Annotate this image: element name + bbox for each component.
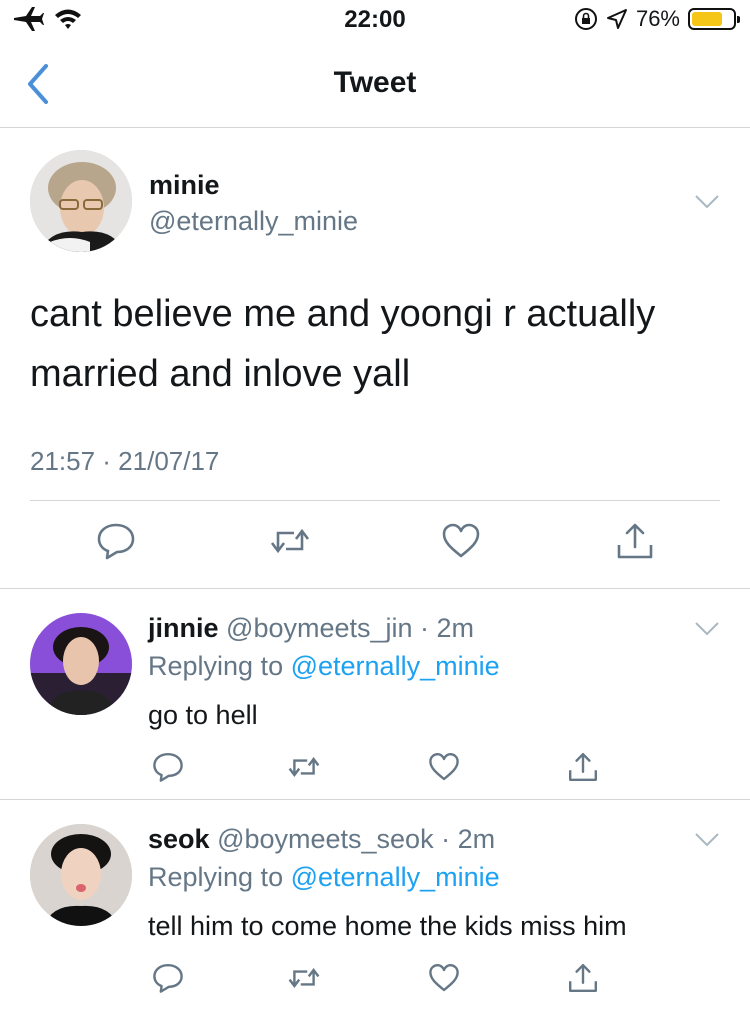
mention-link[interactable]: @eternally_minie — [291, 651, 500, 681]
nav-bar: Tweet — [0, 40, 750, 128]
mention-link[interactable]: @eternally_minie — [291, 862, 500, 892]
author-name[interactable]: jinnie — [148, 613, 219, 643]
author-name[interactable]: minie — [149, 170, 220, 201]
reply-tweet[interactable]: seok @boymeets_seok · 2m Replying to @et… — [0, 800, 750, 1014]
reply-icon[interactable] — [96, 521, 136, 561]
replying-to: Replying to @eternally_minie — [148, 862, 500, 893]
replying-to: Replying to @eternally_minie — [148, 651, 500, 682]
retweet-icon[interactable] — [270, 521, 310, 561]
reply-text: go to hell — [148, 700, 258, 730]
status-right: 76% — [574, 6, 740, 32]
tweet-timestamp: 21:57 · 21/07/17 — [30, 446, 220, 476]
battery-fill — [692, 12, 723, 26]
reply-header: seok @boymeets_seok · 2m — [148, 824, 495, 855]
chevron-down-icon[interactable] — [694, 832, 720, 848]
avatar[interactable] — [30, 824, 132, 926]
reply-tweet[interactable]: jinnie @boymeets_jin · 2m Replying to @e… — [0, 589, 750, 799]
page-title: Tweet — [333, 66, 417, 99]
reply-icon[interactable] — [152, 962, 184, 994]
like-icon[interactable] — [428, 962, 460, 994]
tweet-text: cant believe me and yoongi r actually ma… — [30, 293, 656, 395]
divider — [30, 500, 720, 501]
author-name[interactable]: seok — [148, 824, 210, 854]
replying-label: Replying to — [148, 862, 284, 892]
share-icon[interactable] — [615, 521, 655, 561]
status-bar: 22:00 76% — [0, 0, 750, 40]
author-handle[interactable]: @boymeets_jin · 2m — [226, 613, 474, 643]
retweet-icon[interactable] — [288, 962, 320, 994]
reply-header: jinnie @boymeets_jin · 2m — [148, 613, 474, 644]
rotation-lock-icon — [574, 7, 598, 31]
replying-label: Replying to — [148, 651, 284, 681]
author-handle[interactable]: @eternally_minie — [149, 206, 358, 237]
reply-icon[interactable] — [152, 751, 184, 783]
reply-text: tell him to come home the kids miss him — [148, 911, 627, 941]
tweet-actions — [0, 521, 750, 569]
chevron-down-icon[interactable] — [694, 621, 720, 637]
location-icon — [606, 8, 628, 30]
share-icon[interactable] — [567, 962, 599, 994]
battery-percent: 76% — [635, 6, 680, 31]
retweet-icon[interactable] — [288, 751, 320, 783]
chevron-down-icon[interactable] — [694, 194, 720, 210]
battery-icon — [688, 8, 740, 30]
share-icon[interactable] — [567, 751, 599, 783]
avatar[interactable] — [30, 150, 132, 252]
avatar[interactable] — [30, 613, 132, 715]
like-icon[interactable] — [428, 751, 460, 783]
like-icon[interactable] — [441, 521, 481, 561]
author-handle[interactable]: @boymeets_seok · 2m — [217, 824, 495, 854]
